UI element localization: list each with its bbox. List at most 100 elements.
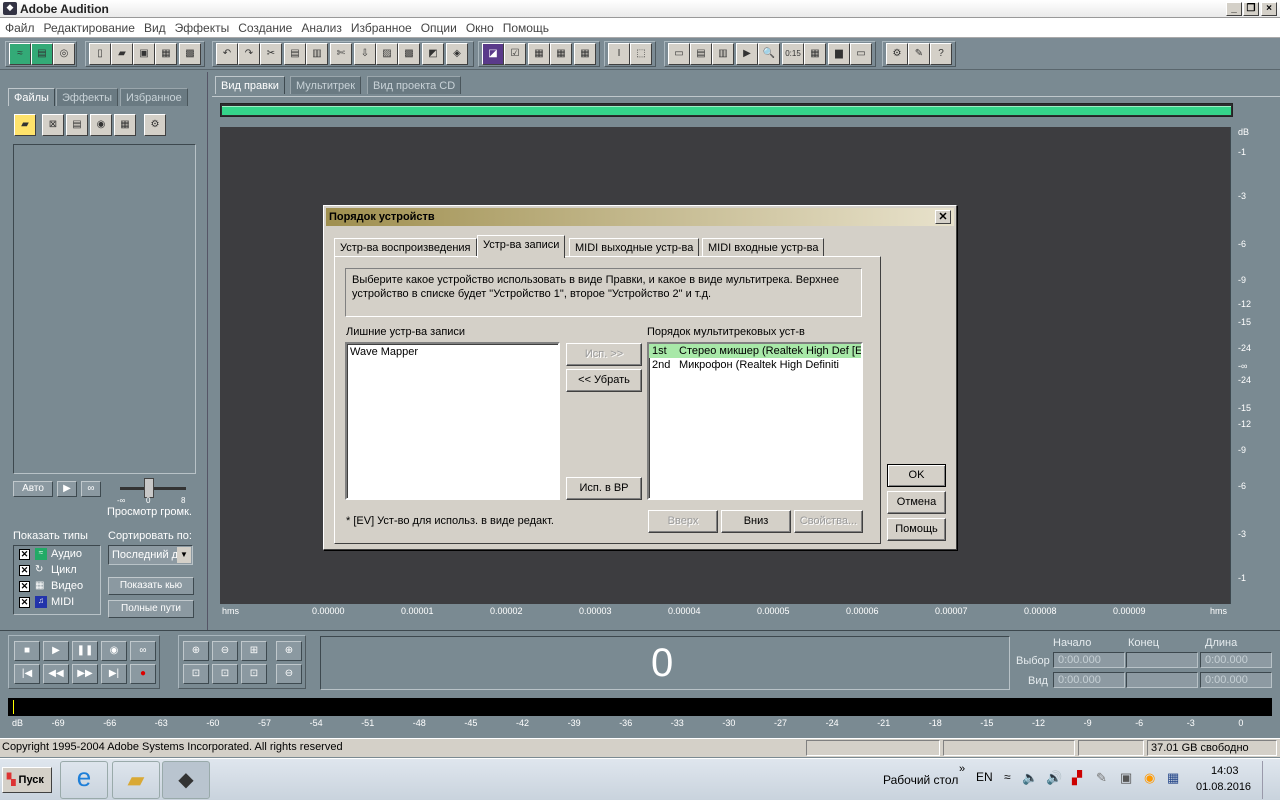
transport-window-icon[interactable]: ▶ [736, 43, 758, 65]
loop-icon[interactable]: ∞ [130, 641, 156, 661]
waveform-overview[interactable] [220, 103, 1233, 117]
zoom-window-icon[interactable]: 🔍 [758, 43, 780, 65]
settings-icon[interactable]: ⚙ [886, 43, 908, 65]
play-preview-button[interactable]: ▶ [57, 481, 77, 497]
level-meter-window-icon[interactable]: ▆ [828, 43, 850, 65]
marker-icon[interactable]: ☑ [504, 43, 526, 65]
volume-icon[interactable]: 🔈 [1022, 770, 1038, 786]
properties-button[interactable]: Свойства... [794, 510, 863, 533]
zoom-selection-icon[interactable]: ⊡ [241, 664, 267, 684]
ok-button[interactable]: OK [887, 464, 946, 487]
table-row[interactable]: 2nd Микрофон (Realtek High Definiti [649, 358, 861, 372]
loop-preview-button[interactable]: ∞ [81, 481, 101, 497]
zoom-right-icon[interactable]: ⊡ [212, 664, 238, 684]
play-file-icon[interactable]: ◉ [90, 114, 112, 136]
menu-help[interactable]: Помощь [498, 18, 553, 35]
zoom-full-icon[interactable]: ⊞ [241, 641, 267, 661]
zoom-in-vertical-icon[interactable]: ⊕ [276, 641, 302, 661]
time-select-tool-icon[interactable]: I [608, 43, 630, 65]
window-c-icon[interactable]: ▥ [712, 43, 734, 65]
script-icon[interactable]: ✎ [908, 43, 930, 65]
view-start-field[interactable]: 0:00.000 [1053, 672, 1125, 688]
time-window-icon[interactable]: 0:15 [782, 43, 804, 65]
view-length-field[interactable]: 0:00.000 [1200, 672, 1272, 688]
usb-icon[interactable]: ▣ [1120, 770, 1132, 786]
menu-file[interactable]: Файл [0, 18, 39, 35]
close-files-icon[interactable]: ▤ [66, 114, 88, 136]
paste-icon[interactable]: ⇩ [354, 43, 376, 65]
type-midi-checkbox[interactable]: ✕ [19, 597, 30, 608]
use-button[interactable]: Исп. >> [566, 343, 642, 366]
insert-file-icon[interactable]: ▦ [114, 114, 136, 136]
rewind-icon[interactable]: ◀◀ [43, 664, 69, 684]
language-indicator[interactable]: EN [976, 770, 993, 784]
zoom-out-vertical-icon[interactable]: ⊖ [276, 664, 302, 684]
start-button[interactable]: ▚ Пуск [2, 767, 52, 793]
sort-by-select[interactable]: Последний д ▼ [108, 545, 193, 565]
multitrack-view-icon[interactable]: ▤ [31, 43, 53, 65]
open-files-icon[interactable]: ▰ [14, 114, 36, 136]
update-icon[interactable]: ◉ [1144, 770, 1155, 786]
stop-icon[interactable]: ■ [14, 641, 40, 661]
new-file-icon[interactable]: ▯ [89, 43, 111, 65]
import-icon[interactable]: ⊠ [42, 114, 64, 136]
tab-files[interactable]: Файлы [8, 88, 55, 106]
type-audio-checkbox[interactable]: ✕ [19, 549, 30, 560]
zoom-in-icon[interactable]: ⊕ [183, 641, 209, 661]
pen-icon[interactable]: ✎ [1096, 770, 1107, 786]
menu-generate[interactable]: Создание [233, 18, 296, 35]
undo-icon[interactable]: ↶ [216, 43, 238, 65]
cd-view-icon[interactable]: ◎ [53, 43, 75, 65]
menu-view[interactable]: Вид [139, 18, 170, 35]
desktop-toolbar-label[interactable]: Рабочий стол [883, 773, 958, 787]
record-icon[interactable]: ● [130, 664, 156, 684]
redo-icon[interactable]: ↷ [238, 43, 260, 65]
copy-icon[interactable]: ▤ [284, 43, 306, 65]
audition-taskbar-icon[interactable]: ◆ [162, 761, 210, 799]
tab-midi-out[interactable]: MIDI выходные устр-ва [569, 238, 700, 257]
dialog-close-icon[interactable]: ✕ [935, 210, 951, 224]
tab-midi-in[interactable]: MIDI входные устр-ва [702, 238, 825, 257]
menu-edit[interactable]: Редактирование [39, 18, 139, 35]
menu-effects[interactable]: Эффекты [170, 18, 234, 35]
play-icon[interactable]: ▶ [43, 641, 69, 661]
pause-icon[interactable]: ❚❚ [72, 641, 98, 661]
window-a-icon[interactable]: ▭ [668, 43, 690, 65]
clock-date[interactable]: 01.08.2016 [1196, 781, 1251, 793]
cut-icon[interactable]: ✄ [330, 43, 352, 65]
selection-end-field[interactable] [1126, 652, 1198, 668]
view-end-field[interactable] [1126, 672, 1198, 688]
preview-volume-slider[interactable] [144, 478, 154, 498]
status-bar-window-icon[interactable]: ▭ [850, 43, 872, 65]
monitor-icon[interactable]: ▦ [1167, 770, 1179, 786]
file-list[interactable] [13, 144, 196, 474]
silence-icon[interactable]: ◈ [446, 43, 468, 65]
auto-play-button[interactable]: Авто [13, 481, 53, 497]
cancel-button[interactable]: Отмена [887, 491, 946, 514]
save-icon[interactable]: ▣ [133, 43, 155, 65]
clock-time[interactable]: 14:03 [1211, 765, 1239, 777]
remove-button[interactable]: << Убрать [566, 369, 642, 392]
selection-start-field[interactable]: 0:00.000 [1053, 652, 1125, 668]
help-button[interactable]: Помощь [887, 518, 946, 541]
repeat-icon[interactable]: ✂ [260, 43, 282, 65]
save-all-icon[interactable]: ▩ [179, 43, 201, 65]
minimize-button[interactable]: _ [1226, 2, 1242, 16]
tab-cd-project[interactable]: Вид проекта CD [367, 76, 462, 94]
trim-icon[interactable]: ◩ [422, 43, 444, 65]
tab-edit-view[interactable]: Вид правки [215, 76, 285, 94]
speaker-icon[interactable]: 🔊 [1046, 770, 1062, 786]
full-paths-button[interactable]: Полные пути [108, 600, 194, 618]
network-icon[interactable]: ▞ [1072, 770, 1082, 786]
copy-new-icon[interactable]: ▥ [306, 43, 328, 65]
effect-b-icon[interactable]: ▦ [550, 43, 572, 65]
mix-paste-icon[interactable]: ▩ [398, 43, 420, 65]
go-end-icon[interactable]: ▶| [101, 664, 127, 684]
restore-button[interactable]: ❐ [1243, 2, 1259, 16]
spectral-icon[interactable]: ◪ [482, 43, 504, 65]
overview-range[interactable] [222, 106, 1231, 115]
table-row[interactable]: 1st Стерео микшер (Realtek High Def [EV [649, 344, 861, 358]
show-queue-button[interactable]: Показать кью [108, 577, 194, 595]
menu-analyze[interactable]: Анализ [296, 18, 346, 35]
menu-options[interactable]: Опции [416, 18, 461, 35]
